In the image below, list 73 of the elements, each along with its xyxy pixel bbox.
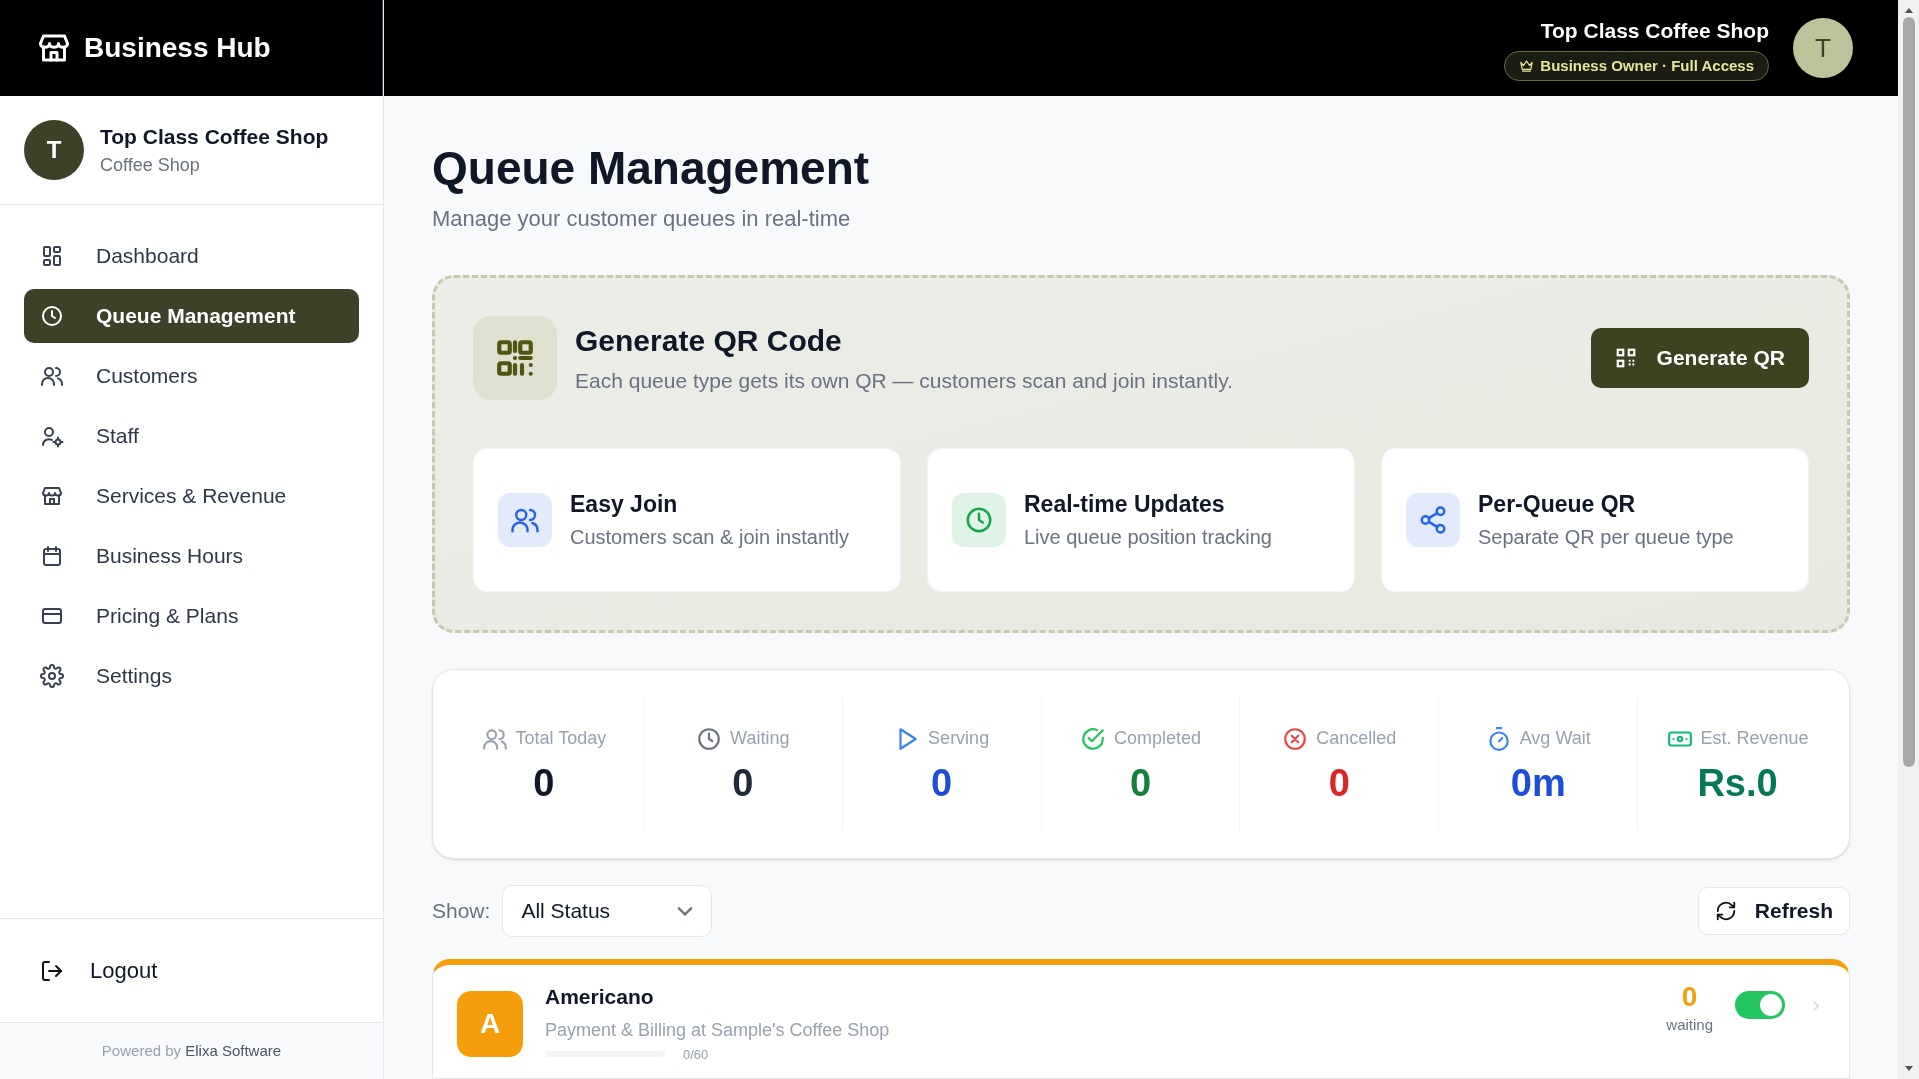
scroll-up-icon[interactable] xyxy=(1904,8,1913,13)
logout-link[interactable]: Logout xyxy=(24,954,174,987)
check-circle-icon xyxy=(1079,725,1106,752)
stat-label: Serving xyxy=(928,727,990,751)
queue-card[interactable]: A Americano Payment & Billing at Sample's Coffee Shop 0/60 0 waiting xyxy=(432,959,1850,1079)
qr-card-description: Each queue type gets its own QR — customers scan and join instantly. xyxy=(575,368,1234,395)
store-icon xyxy=(40,484,64,508)
stat-label: Total Today xyxy=(515,727,607,751)
clock-icon xyxy=(696,725,723,752)
qr-icon xyxy=(473,315,557,400)
stat-label: Completed xyxy=(1113,727,1201,751)
status-dropdown[interactable]: All Status xyxy=(502,885,713,937)
stat-value: 0 xyxy=(533,764,555,803)
shop-type: Coffee Shop xyxy=(100,154,201,178)
feature-title: Per-Queue QR xyxy=(1478,490,1637,520)
stat-value: 0 xyxy=(1129,764,1152,803)
stat-label: Cancelled xyxy=(1316,727,1397,751)
queue-avatar: A xyxy=(457,991,523,1057)
nav-item[interactable]: Pricing & Plans xyxy=(24,589,359,643)
role-badge: Business Owner · Full Access xyxy=(1504,50,1769,81)
filter-label: Show: xyxy=(432,898,491,925)
cancel-icon xyxy=(1282,725,1309,752)
queue-toggle[interactable] xyxy=(1735,991,1785,1019)
stat-value: 0 xyxy=(1328,764,1350,803)
crown-icon xyxy=(1519,58,1535,74)
user-avatar[interactable]: T xyxy=(1793,18,1853,78)
capacity-text: 0/60 xyxy=(683,1047,709,1061)
queue-name: Americano xyxy=(545,984,655,1010)
nav-item[interactable]: Staff xyxy=(24,409,359,463)
nav-item[interactable]: Queue Management xyxy=(24,289,359,343)
nav-item[interactable]: Customers xyxy=(24,349,359,403)
settings-icon xyxy=(40,664,64,688)
calendar-icon xyxy=(40,544,64,568)
nav-item[interactable]: Dashboard xyxy=(24,229,359,283)
waiting-label: waiting xyxy=(1666,1015,1713,1035)
feature-title: Easy Join xyxy=(570,490,679,520)
feature-text: Live queue position tracking xyxy=(1024,524,1272,550)
stat-label: Est. Revenue xyxy=(1700,727,1809,751)
scrollbar[interactable] xyxy=(1898,0,1919,1079)
clock-icon xyxy=(40,304,64,328)
brand-name: Business Hub xyxy=(84,31,271,65)
stat-value: 0 xyxy=(931,764,953,803)
grid-icon xyxy=(40,244,64,268)
share-icon xyxy=(1418,504,1448,535)
page-title: Queue Management xyxy=(432,141,871,196)
powered-by-text: Powered by Elixa Software xyxy=(101,1040,282,1061)
users-icon xyxy=(40,364,64,388)
profile-avatar: T xyxy=(24,120,84,180)
generate-qr-button[interactable]: Generate QR xyxy=(1590,327,1809,388)
user-gear-icon xyxy=(40,424,64,448)
refresh-icon xyxy=(1714,900,1737,922)
refresh-button[interactable]: Refresh xyxy=(1697,887,1850,935)
nav-item[interactable]: Services & Revenue xyxy=(24,469,359,523)
scroll-down-icon[interactable] xyxy=(1904,1066,1913,1071)
stat-value: 0m xyxy=(1510,764,1566,803)
feature-text: Separate QR per queue type xyxy=(1478,524,1734,550)
nav-item[interactable]: Business Hours xyxy=(24,529,359,583)
feature-title: Real-time Updates xyxy=(1024,490,1226,520)
qr-card-title: Generate QR Code xyxy=(575,323,843,360)
waiting-count: 0 xyxy=(1681,980,1698,1014)
feature-text: Customers scan & join instantly xyxy=(570,524,849,550)
stat-label: Avg Wait xyxy=(1519,727,1591,751)
page-subtitle: Manage your customer queues in real-time xyxy=(432,204,852,233)
shop-name: Top Class Coffee Shop xyxy=(100,123,329,150)
stat-value: 0 xyxy=(732,764,754,803)
stat-label: Waiting xyxy=(730,727,790,751)
shop-name: Top Class Coffee Shop xyxy=(1540,18,1769,44)
queue-description: Payment & Billing at Sample's Coffee Shop xyxy=(545,1018,891,1042)
nav-item[interactable]: Settings xyxy=(24,649,359,703)
stat-value: Rs.0 xyxy=(1697,764,1778,803)
chevron-down-icon xyxy=(677,906,694,916)
qr-icon xyxy=(1614,346,1637,369)
logout-icon xyxy=(40,958,64,983)
